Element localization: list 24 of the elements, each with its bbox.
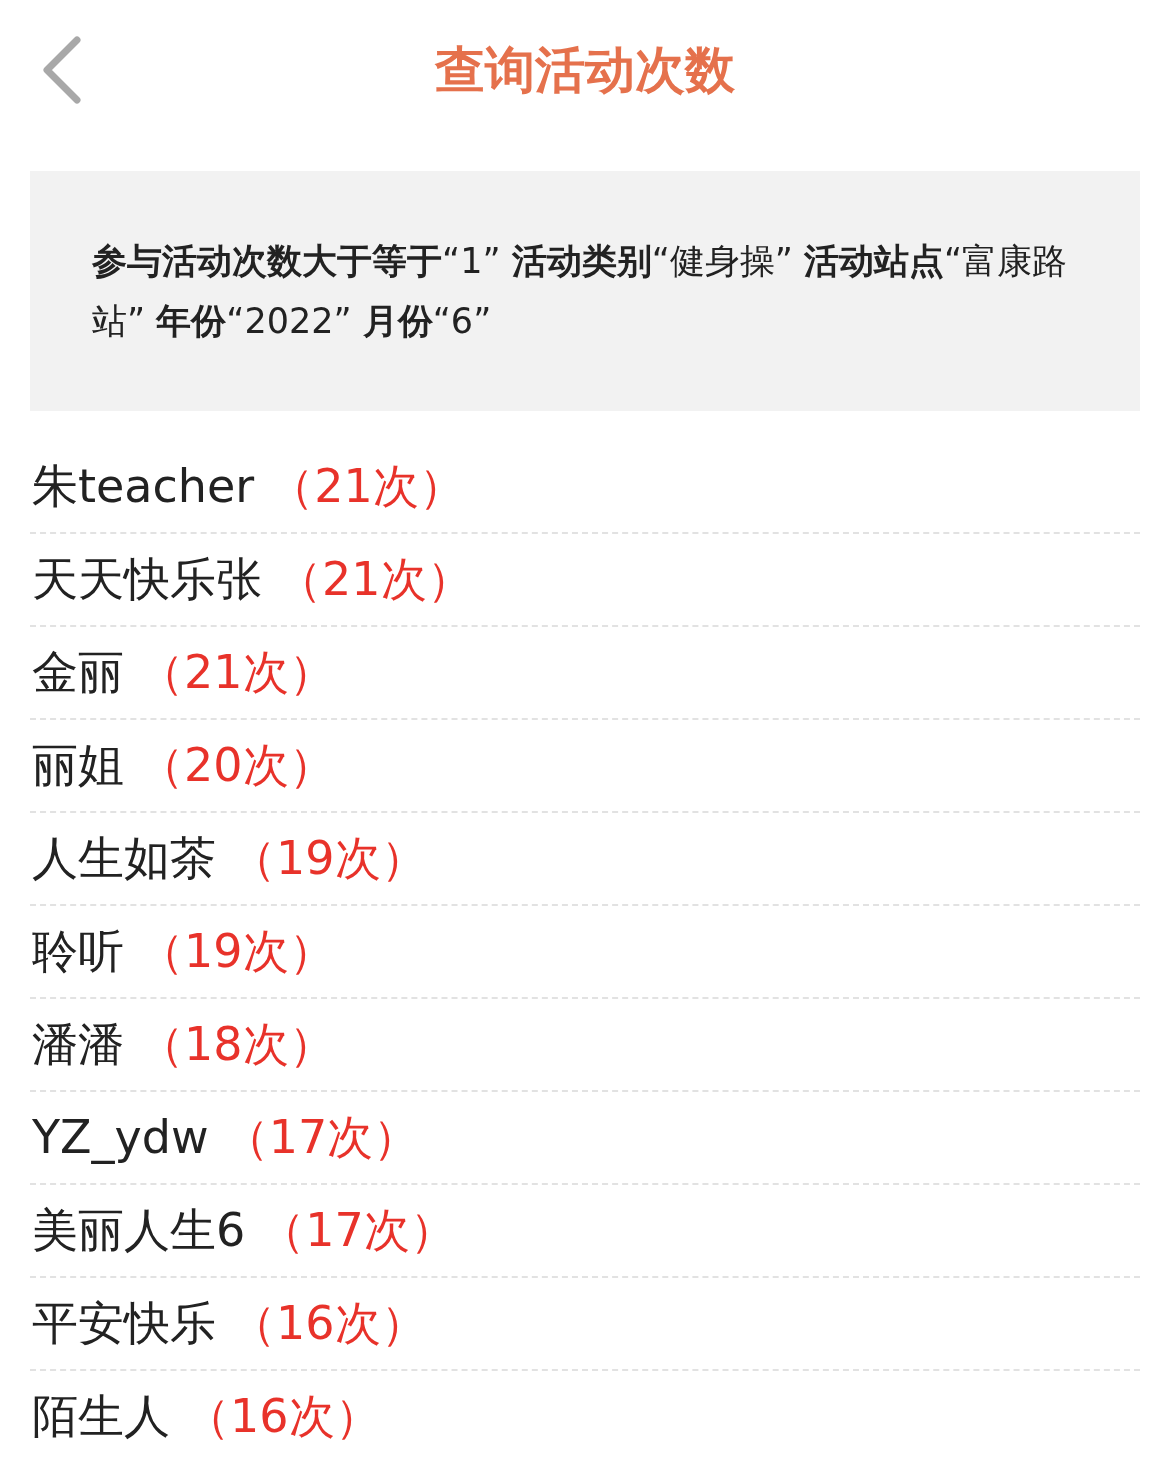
activity-count: （21次） [276,551,473,608]
activity-count: （19次） [138,923,335,980]
filter-summary: 参与活动次数大于等于“1” 活动类别“健身操” 活动站点“富康路站” 年份“2022” 月份“6” [92,240,1069,343]
activity-count: （21次） [138,644,335,701]
member-name: 金丽 [32,644,124,701]
member-name: 天天快乐张 [32,551,262,608]
activity-count: （20次） [138,737,335,794]
member-name: YZ_ydw [32,1109,209,1166]
activity-count: （16次） [230,1295,427,1352]
member-name: 陌生人 [32,1388,170,1445]
activity-count: （18次） [138,1016,335,1073]
activity-count: （17次） [222,1109,420,1166]
activity-count: （16次） [184,1388,381,1445]
activity-count: （21次） [268,458,465,515]
member-name: 丽姐 [32,737,124,794]
member-name: 聆听 [32,923,124,980]
member-name: 朱teacher [32,458,255,515]
member-name: 潘潘 [32,1016,124,1073]
member-name: 人生如茶 [32,830,216,887]
page-title: 查询活动次数 [435,39,735,101]
member-name: 美丽人生6 [32,1202,246,1259]
activity-count: （19次） [230,830,427,887]
activity-count: （17次） [259,1202,456,1259]
member-name: 平安快乐 [32,1295,216,1352]
